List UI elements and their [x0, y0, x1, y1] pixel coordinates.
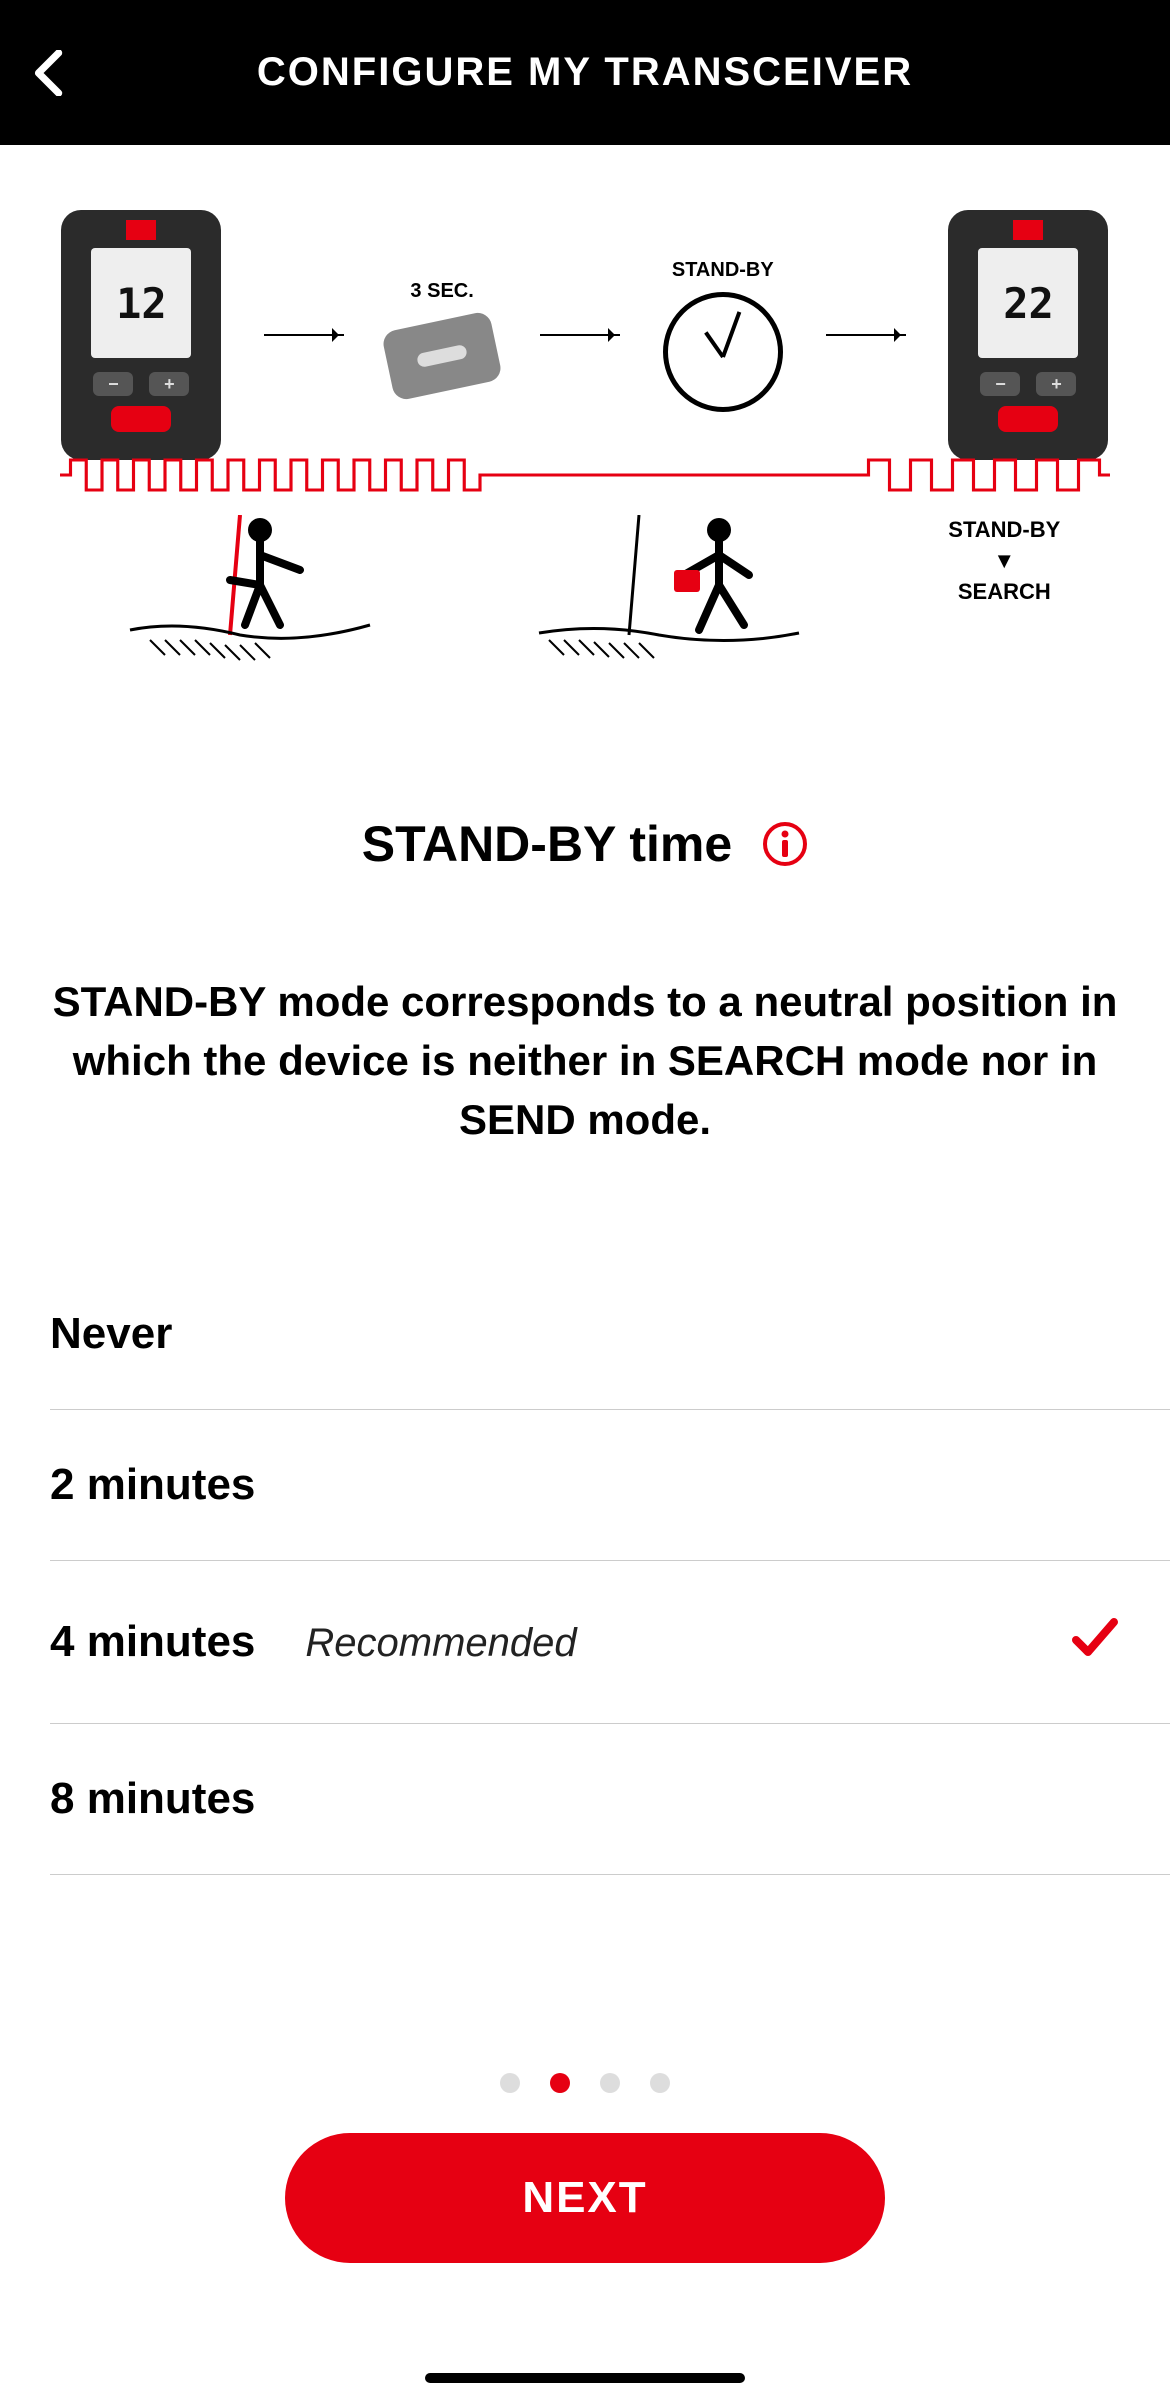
pager-dot[interactable]: [550, 2073, 570, 2093]
pager-dot[interactable]: [600, 2073, 620, 2093]
rescue-scene-right: [529, 515, 809, 665]
section-title-row: STAND-BY time: [0, 815, 1170, 873]
option-label: Never: [50, 1309, 172, 1359]
info-icon: [762, 821, 808, 867]
illustration-area: 12 −+ 3 SEC. STAND-BY 22 −+: [0, 145, 1170, 685]
device-illustration-left: 12 −+: [61, 210, 221, 460]
section-title: STAND-BY time: [362, 815, 732, 873]
option-label: 4 minutes: [50, 1617, 255, 1667]
option-label: 8 minutes: [50, 1774, 255, 1824]
options-list: Never 2 minutes 4 minutes Recommended 8 minu…: [0, 1259, 1170, 1875]
check-icon: [1070, 1611, 1120, 1673]
page-title: CONFIGURE MY TRANSCEIVER: [20, 50, 1150, 95]
next-button[interactable]: NEXT: [285, 2133, 885, 2263]
pager-dot[interactable]: [650, 2073, 670, 2093]
option-label: 2 minutes: [50, 1460, 255, 1510]
back-button[interactable]: [25, 48, 75, 98]
option-row[interactable]: 4 minutes Recommended: [50, 1561, 1170, 1724]
option-row[interactable]: Never: [50, 1259, 1170, 1410]
chevron-left-icon: [32, 50, 68, 96]
clock-illustration: STAND-BY: [663, 259, 783, 412]
option-row[interactable]: 2 minutes: [50, 1410, 1170, 1561]
device-illustration-right: 22 −+: [948, 210, 1108, 460]
section-description: STAND-BY mode corresponds to a neutral p…: [0, 973, 1170, 1149]
option-row[interactable]: 8 minutes: [50, 1724, 1170, 1875]
pager-dot[interactable]: [500, 2073, 520, 2093]
triangle-down-icon: ▼: [948, 546, 1060, 577]
arrow-icon: [540, 334, 620, 336]
home-indicator[interactable]: [425, 2373, 745, 2383]
mode-labels: STAND-BY ▼ SEARCH: [948, 515, 1060, 607]
option-recommended-label: Recommended: [305, 1621, 576, 1666]
arrow-icon: [826, 334, 906, 336]
button-press-illustration: 3 SEC.: [387, 280, 497, 391]
header: CONFIGURE MY TRANSCEIVER: [0, 0, 1170, 145]
page-indicator: [0, 2073, 1170, 2093]
arrow-icon: [264, 334, 344, 336]
rescue-scene-left: [110, 515, 390, 665]
signal-line-illustration: [60, 455, 1110, 495]
info-button[interactable]: [762, 821, 808, 867]
